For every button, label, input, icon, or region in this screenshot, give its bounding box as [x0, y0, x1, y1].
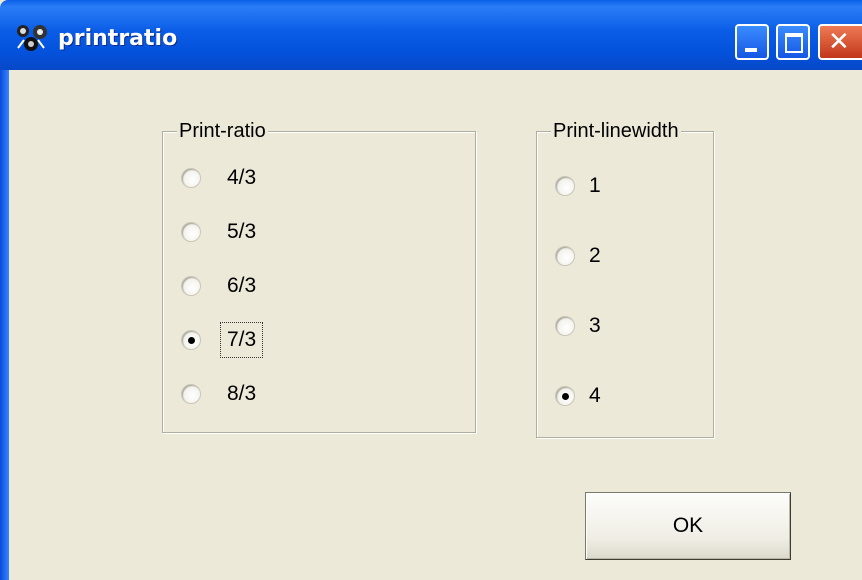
print-linewidth-option-3[interactable]: 3 — [555, 311, 635, 341]
window-title: printratio — [58, 26, 178, 51]
radio-button-icon[interactable] — [555, 246, 575, 266]
maximize-icon — [785, 33, 803, 53]
radio-label: 1 — [589, 174, 601, 197]
print-ratio-option-7-3[interactable]: 7/3 — [181, 322, 301, 358]
radio-label: 2 — [589, 244, 601, 267]
radio-label: 7/3 — [219, 322, 264, 358]
radio-label: 3 — [589, 314, 601, 337]
radio-label: 6/3 — [227, 274, 257, 297]
radio-dot-icon — [188, 337, 195, 344]
close-button[interactable]: ✕ — [818, 24, 862, 60]
radio-label: 8/3 — [227, 382, 257, 405]
radio-button-icon[interactable] — [181, 276, 201, 296]
print-ratio-option-8-3[interactable]: 8/3 — [181, 379, 301, 409]
radio-label: 4 — [589, 384, 601, 407]
print-linewidth-option-1[interactable]: 1 — [555, 171, 635, 201]
radio-button-icon[interactable] — [181, 222, 201, 242]
title-bar[interactable]: printratio ✕ — [0, 0, 862, 70]
print-ratio-option-4-3[interactable]: 4/3 — [181, 163, 301, 193]
minimize-icon — [745, 48, 757, 52]
radio-dot-icon — [562, 393, 569, 400]
print-ratio-label: Print-ratio — [177, 120, 268, 142]
radio-button-icon[interactable] — [181, 384, 201, 404]
print-ratio-group: Print-ratio 4/3 5/3 6/3 7/3 8/3 — [162, 120, 476, 433]
print-linewidth-label: Print-linewidth — [551, 120, 681, 142]
print-linewidth-group: Print-linewidth 1 2 3 4 — [536, 120, 714, 438]
maximize-button[interactable] — [776, 24, 810, 60]
app-icon — [17, 25, 47, 51]
radio-button-icon[interactable] — [555, 176, 575, 196]
radio-button-selected-icon[interactable] — [555, 386, 575, 406]
print-ratio-option-6-3[interactable]: 6/3 — [181, 271, 301, 301]
radio-button-icon[interactable] — [181, 168, 201, 188]
radio-button-selected-icon[interactable] — [181, 330, 201, 350]
minimize-button[interactable] — [735, 24, 769, 60]
radio-label: 5/3 — [227, 220, 257, 243]
print-ratio-option-5-3[interactable]: 5/3 — [181, 217, 301, 247]
ok-button[interactable]: OK — [585, 492, 791, 560]
close-icon: ✕ — [828, 27, 850, 57]
print-linewidth-option-4[interactable]: 4 — [555, 381, 635, 411]
radio-button-icon[interactable] — [555, 316, 575, 336]
window-border — [0, 70, 9, 580]
printratio-window: printratio ✕ Print-ratio 4/3 5/3 6/3 7/3 — [0, 0, 862, 580]
print-linewidth-option-2[interactable]: 2 — [555, 241, 635, 271]
radio-label: 4/3 — [227, 166, 257, 189]
